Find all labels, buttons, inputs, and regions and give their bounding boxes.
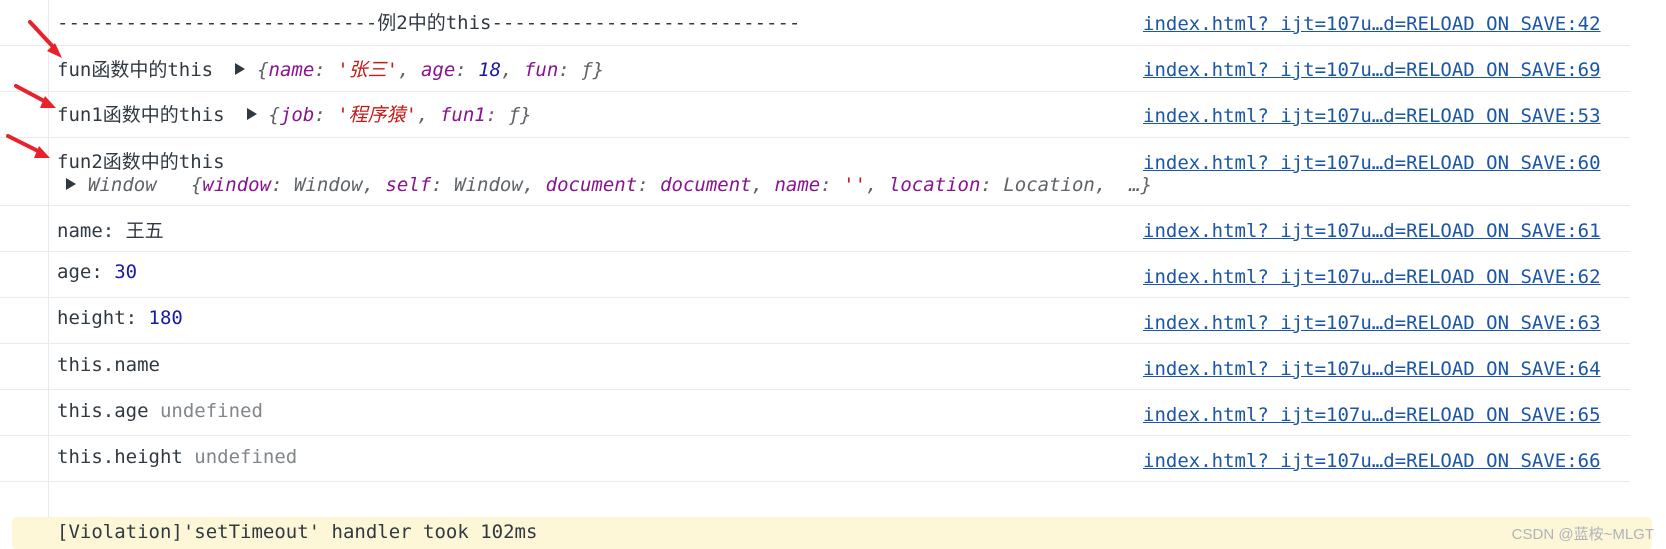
log-value: undefined	[159, 400, 263, 422]
console-row: this.age undefined index.html? ijt=107u……	[0, 390, 1630, 436]
console-row: age: 30 index.html? ijt=107u…d=RELOAD ON…	[0, 252, 1630, 298]
log-message: ----------------------------例2中的this----…	[57, 12, 801, 34]
violation-row: [Violation]'setTimeout' handler took 102…	[12, 517, 1652, 549]
source-link[interactable]: index.html? ijt=107u…d=RELOAD ON SAVE:60	[1143, 152, 1601, 174]
log-message: this.height undefined	[57, 446, 298, 468]
log-message: height: 180	[57, 307, 183, 329]
source-link[interactable]: index.html? ijt=107u…d=RELOAD ON SAVE:63	[1143, 312, 1601, 334]
console-row: this.name index.html? ijt=107u…d=RELOAD …	[0, 344, 1630, 390]
console-row: name: 王五 index.html? ijt=107u…d=RELOAD O…	[0, 206, 1630, 252]
source-link[interactable]: index.html? ijt=107u…d=RELOAD ON SAVE:62	[1143, 266, 1601, 288]
log-value: 180	[148, 307, 183, 329]
console-row: fun函数中的this {name: '张三', age: 18, fun: ƒ}…	[0, 46, 1630, 92]
log-label: fun函数中的this	[57, 59, 214, 81]
object-preview[interactable]: {job: '程序猿', fun1: ƒ}	[269, 104, 532, 126]
log-message: age: 30	[57, 261, 138, 283]
log-label: fun1函数中的this	[57, 104, 225, 126]
source-link[interactable]: index.html? ijt=107u…d=RELOAD ON SAVE:53	[1143, 105, 1601, 127]
log-value: 30	[114, 261, 138, 283]
log-value: 王五	[125, 220, 164, 242]
annotation-arrow-icon	[14, 84, 56, 108]
object-preview[interactable]: {name: '张三', age: 18, fun: ƒ}	[257, 59, 604, 81]
log-label: fun2函数中的this	[57, 151, 225, 173]
source-link[interactable]: index.html? ijt=107u…d=RELOAD ON SAVE:69	[1143, 59, 1601, 81]
log-message: fun函数中的this {name: '张三', age: 18, fun: ƒ}	[57, 55, 604, 82]
expand-triangle-icon[interactable]	[66, 178, 76, 190]
watermark: CSDN @蓝桉~MLGT	[1511, 526, 1654, 543]
log-message: this.name	[57, 354, 160, 376]
source-link[interactable]: index.html? ijt=107u…d=RELOAD ON SAVE:61	[1143, 220, 1601, 242]
console-row: fun2函数中的this Window {window: Window, sel…	[0, 138, 1630, 206]
log-message: name: 王五	[57, 220, 164, 242]
object-preview[interactable]: Window {window: Window, self: Window, do…	[44, 174, 1152, 196]
console-panel: ----------------------------例2中的this----…	[0, 0, 1666, 549]
console-row: this.height undefined index.html? ijt=10…	[0, 436, 1630, 482]
source-link[interactable]: index.html? ijt=107u…d=RELOAD ON SAVE:42	[1143, 13, 1601, 35]
console-row: fun1函数中的this {job: '程序猿', fun1: ƒ} index.…	[0, 92, 1630, 138]
console-row: height: 180 index.html? ijt=107u…d=RELOA…	[0, 298, 1630, 344]
source-link[interactable]: index.html? ijt=107u…d=RELOAD ON SAVE:66	[1143, 450, 1601, 472]
log-message: this.age undefined	[57, 400, 263, 422]
log-message: fun1函数中的this {job: '程序猿', fun1: ƒ}	[57, 100, 532, 127]
annotation-arrow-icon	[28, 20, 62, 58]
expand-triangle-icon[interactable]	[246, 108, 257, 120]
console-row: ----------------------------例2中的this----…	[0, 0, 1630, 46]
violation-message: [Violation]'setTimeout' handler took 102…	[57, 521, 538, 543]
source-link[interactable]: index.html? ijt=107u…d=RELOAD ON SAVE:65	[1143, 404, 1601, 426]
source-link[interactable]: index.html? ijt=107u…d=RELOAD ON SAVE:64	[1143, 358, 1601, 380]
annotation-arrow-icon	[6, 134, 50, 158]
log-value: undefined	[194, 446, 298, 468]
expand-triangle-icon[interactable]	[235, 63, 246, 75]
